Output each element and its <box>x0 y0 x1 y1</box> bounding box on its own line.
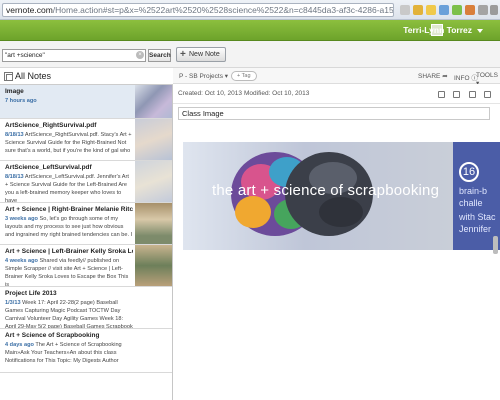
note-list: Image 7 hours ago ArtScience_RightSurviv… <box>0 85 173 400</box>
note-image[interactable]: the art + science of scrapbooking 16 bra… <box>183 142 500 250</box>
banner-number: 16 <box>459 162 479 182</box>
note-time: 8/18/13 <box>5 174 24 180</box>
new-note-button[interactable]: + New Note <box>176 47 226 62</box>
url-path: /Home.action#st=p&x=%2522art%2520%2528sc… <box>52 5 394 15</box>
app-header: Terri-Lynn Torrez <box>0 20 500 41</box>
list-item[interactable]: Art + Science | Left-Brainer Kelly Sroka… <box>0 245 172 287</box>
share-label: SHARE <box>418 73 441 80</box>
trash-icon[interactable] <box>484 91 491 98</box>
bookmark-star-icon[interactable] <box>400 5 410 15</box>
list-item[interactable]: Project Life 2013 1/3/13 Week 17: April … <box>0 287 172 329</box>
note-time: 4 weeks ago <box>5 258 38 264</box>
note-title: Image <box>5 88 24 95</box>
list-item[interactable]: Image 7 hours ago <box>0 85 172 119</box>
note-title: ArtScience_RightSurvival.pdf <box>5 122 97 129</box>
note-snippet: 7 hours ago <box>5 97 133 105</box>
clear-search-icon[interactable]: × <box>136 51 144 59</box>
list-item[interactable]: ArtScience_RightSurvival.pdf 8/18/13 Art… <box>0 119 172 161</box>
plus-icon: + <box>180 49 186 60</box>
chevron-down-icon[interactable] <box>477 29 483 33</box>
info-label: INFO <box>454 75 470 82</box>
tools-label: TOOLS <box>476 72 498 79</box>
banner-line: with Stac <box>459 212 496 222</box>
lock-icon[interactable] <box>478 5 488 15</box>
note-time: 7 hours ago <box>5 98 37 104</box>
checkbox-icon[interactable] <box>438 91 445 98</box>
note-editor: Class Image the art + science of scrapbo… <box>173 104 500 400</box>
note-title: Project Life 2013 <box>5 290 57 297</box>
extension-icon[interactable] <box>413 5 423 15</box>
note-extension-icon[interactable] <box>426 5 436 15</box>
note-snippet: 8/18/13 ArtScience_RightSurvival.pdf. St… <box>5 131 133 155</box>
search-button[interactable]: Search <box>148 49 171 62</box>
modified-date: Modified: Oct 10, 2013 <box>244 90 310 97</box>
note-snippet: 4 weeks ago Shared via feedly// publishe… <box>5 257 133 286</box>
note-toolbar: + New Note <box>173 41 500 68</box>
note-snippet: 3 weeks ago So, let's go through some of… <box>5 215 133 239</box>
note-thumbnail <box>135 245 172 286</box>
search-input[interactable]: "art +science" <box>2 49 146 62</box>
list-header: All Notes <box>0 68 173 85</box>
banner-line: challe <box>459 198 483 208</box>
note-title: ArtScience_LeftSurvival.pdf <box>5 164 92 171</box>
note-title: Art + Science | Left-Brainer Kelly Sroka… <box>5 248 133 255</box>
note-time: 3 weeks ago <box>5 216 38 222</box>
attachment-icon[interactable] <box>453 91 460 98</box>
info-button[interactable]: INFO ⓘ <box>454 72 478 82</box>
note-title: Art + Science of Scrapbooking <box>5 332 100 339</box>
note-title-input[interactable]: Class Image <box>178 107 490 120</box>
note-snippet: 4 days ago The Art + Science of Scrapboo… <box>5 341 133 365</box>
share-button[interactable]: SHARE ➦ <box>418 72 448 80</box>
banner-line: brain-b <box>459 186 488 196</box>
notebook-selector[interactable]: P - SB Projects ▾ <box>179 72 228 80</box>
note-thumbnail <box>135 119 172 160</box>
note-thumbnail <box>135 203 172 244</box>
note-meta-row: Created: Oct 10, 2013 Modified: Oct 10, … <box>173 84 500 104</box>
notebook-name: P - SB Projects <box>179 73 223 80</box>
note-snippet: 1/3/13 Week 17: April 22-28(2 page) Base… <box>5 299 133 329</box>
created-date: Created: Oct 10, 2013 <box>178 90 242 97</box>
note-time: 4 days ago <box>5 342 34 348</box>
notes-icon <box>4 72 13 81</box>
new-note-label: New Note <box>189 51 220 58</box>
url-field[interactable]: vernote.com/Home.action#st=p&x=%2522art%… <box>2 3 394 17</box>
note-snippet-text: Week 17: April 22-28(2 page) Baseball Ga… <box>5 300 133 329</box>
list-item[interactable]: Art + Science of Scrapbooking 4 days ago… <box>0 329 172 373</box>
note-snippet-text: ArtScience_RightSurvival.pdf. Stacy's Ar… <box>5 132 132 154</box>
evernote-clipper-icon[interactable] <box>452 5 462 15</box>
banner-title: the art + science of scrapbooking <box>212 182 440 199</box>
list-title[interactable]: All Notes <box>15 71 51 81</box>
note-header: P - SB Projects ▾ + Tag SHARE ➦ INFO ⓘ T… <box>173 68 500 87</box>
url-domain: vernote.com <box>6 5 53 15</box>
note-snippet-text: ArtScience_LeftSurvival.pdf. Jennifer's … <box>5 174 129 203</box>
browser-address-bar: vernote.com/Home.action#st=p&x=%2522art%… <box>0 0 500 20</box>
search-bar: "art +science" × Search <box>0 41 173 68</box>
scrollbar[interactable] <box>493 236 498 254</box>
note-snippet: 8/18/13 ArtScience_LeftSurvival.pdf. Jen… <box>5 173 133 203</box>
note-thumbnail <box>135 85 172 118</box>
list-item[interactable]: ArtScience_LeftSurvival.pdf 8/18/13 ArtS… <box>0 161 172 203</box>
user-name[interactable]: Terri-Lynn Torrez <box>403 25 472 35</box>
list-item[interactable]: Art + Science | Right-Brainer Melanie Ri… <box>0 203 172 245</box>
note-time: 8/18/13 <box>5 132 24 138</box>
note-thumbnail <box>135 161 172 202</box>
copy-icon[interactable] <box>469 91 476 98</box>
wrench-menu-icon[interactable] <box>490 5 498 15</box>
pen-extension-icon[interactable] <box>439 5 449 15</box>
note-time: 1/3/13 <box>5 300 21 306</box>
banner-line: Jennifer <box>459 224 492 234</box>
note-title: Art + Science | Right-Brainer Melanie Ri… <box>5 206 133 213</box>
share-extension-icon[interactable] <box>465 5 475 15</box>
add-tag-button[interactable]: + Tag <box>231 71 257 81</box>
